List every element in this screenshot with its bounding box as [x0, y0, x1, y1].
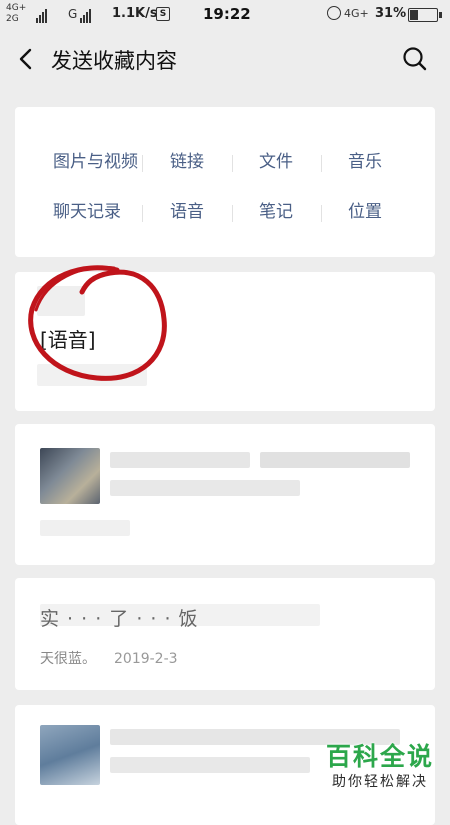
category-divider [321, 155, 322, 172]
page-title: 发送收藏内容 [51, 49, 177, 73]
network-speed: 1.1K/s [112, 6, 158, 21]
category-divider [232, 205, 233, 222]
network-right-label: 4G+ [344, 7, 369, 20]
alarm-icon [327, 6, 341, 20]
category-filter-card: 图片与视频 链接 文件 音乐 聊天记录 语音 笔记 位置 [15, 107, 435, 257]
category-photos-videos[interactable]: 图片与视频 [53, 147, 138, 172]
category-music[interactable]: 音乐 [348, 147, 382, 172]
blurred-title-line-2 [110, 757, 310, 773]
search-icon[interactable] [402, 46, 428, 72]
category-divider [232, 155, 233, 172]
back-arrow-icon[interactable] [16, 46, 38, 72]
clock: 19:22 [203, 5, 251, 23]
blurred-title-line-2 [260, 452, 410, 468]
signal-bars-icon [36, 8, 48, 23]
article-title: 实 · · · 了 · · · 饭 [40, 608, 199, 630]
watermark-title: 百科全说 [326, 742, 435, 771]
category-divider [142, 155, 143, 172]
watermark-subtitle: 助你轻松解决 [332, 774, 428, 790]
watermark-logo: 百科全说 助你轻松解决 [322, 737, 446, 795]
signal-bars-icon-2 [80, 8, 92, 23]
favorite-item-link[interactable] [15, 424, 435, 565]
network-top-label: 4G+ [6, 3, 27, 13]
voice-item-label: [语音] [40, 328, 96, 352]
link-thumbnail [40, 448, 100, 504]
item-thumbnail [40, 725, 100, 785]
s-badge-icon: S [156, 7, 170, 21]
blurred-sender-name [37, 286, 85, 316]
battery-icon [408, 8, 442, 22]
battery-percent: 31% [375, 6, 407, 21]
blurred-title-line-1 [110, 452, 250, 468]
status-bar: 4G+ 2G G 1.1K/s S 19:22 4G+ 31% [0, 0, 450, 30]
blurred-meta [40, 520, 130, 536]
category-notes[interactable]: 笔记 [259, 197, 293, 222]
category-location[interactable]: 位置 [348, 197, 382, 222]
category-divider [321, 205, 322, 222]
article-meta: 天很蓝。 2019-2-3 [40, 648, 178, 668]
category-row-2: 聊天记录 语音 笔记 位置 [15, 197, 435, 227]
category-row-1: 图片与视频 链接 文件 音乐 [15, 147, 435, 177]
blurred-meta [37, 364, 147, 386]
category-links[interactable]: 链接 [170, 147, 204, 172]
category-divider [142, 205, 143, 222]
category-voice[interactable]: 语音 [170, 197, 204, 222]
network-bottom-label: 2G [6, 14, 19, 24]
blurred-title-line-3 [110, 480, 300, 496]
network-indicator: 4G+ 2G [6, 3, 36, 25]
category-files[interactable]: 文件 [259, 147, 293, 172]
favorite-item-article[interactable]: 实 · · · 了 · · · 饭 天很蓝。 2019-2-3 [15, 578, 435, 690]
title-bar: 发送收藏内容 [0, 30, 450, 90]
favorite-item-voice[interactable]: [语音] [15, 265, 435, 411]
category-chat-history[interactable]: 聊天记录 [53, 197, 121, 222]
article-source: 天很蓝。 [40, 651, 96, 667]
article-date: 2019-2-3 [114, 651, 178, 667]
g-network-label: G [68, 7, 78, 21]
